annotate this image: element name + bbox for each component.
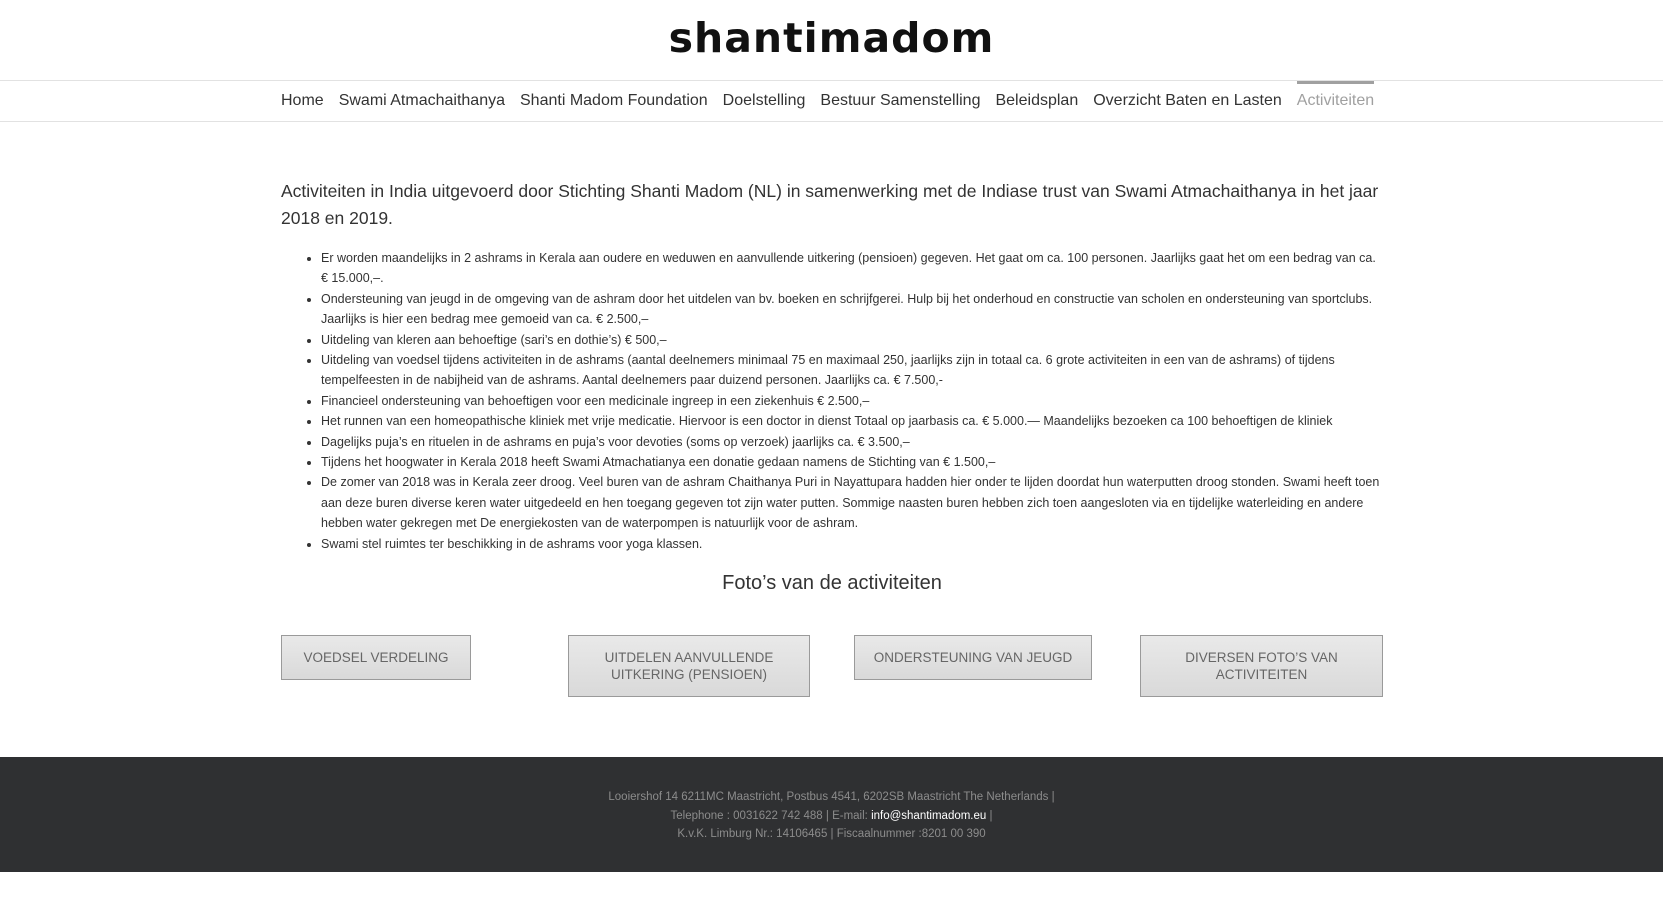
nav-item-shanti-madom-foundation[interactable]: Shanti Madom Foundation [520,81,708,121]
nav-item-overzicht-baten-en-lasten[interactable]: Overzicht Baten en Lasten [1093,81,1282,121]
list-item: Financieel ondersteuning van behoeftigen… [321,391,1383,411]
list-item: Dagelijks puja’s en rituelen in de ashra… [321,432,1383,452]
footer-contact: Looiershof 14 6211MC Maastricht, Postbus… [0,757,1663,844]
nav-item-swami-atmachaithanya[interactable]: Swami Atmachaithanya [339,81,505,121]
uitkering-pensioen-button[interactable]: UITDELEN AANVULLENDE UITKERING (PENSIOEN… [568,635,810,697]
nav-item-beleidsplan[interactable]: Beleidsplan [995,81,1078,121]
list-item: Het runnen van een homeopathische klinie… [321,411,1383,431]
list-item: Tijdens het hoogwater in Kerala 2018 hee… [321,452,1383,472]
list-item: Uitdeling van kleren aan behoeftige (sar… [321,330,1383,350]
diversen-fotos-button[interactable]: DIVERSEN FOTO’S VAN ACTIVITEITEN [1140,635,1383,697]
list-item: Uitdeling van voedsel tijdens activiteit… [321,350,1383,391]
main-navigation: Home Swami Atmachaithanya Shanti Madom F… [0,81,1663,122]
activities-list: Er worden maandelijks in 2 ashrams in Ke… [281,248,1383,554]
list-item: Er worden maandelijks in 2 ashrams in Ke… [321,248,1383,289]
nav-item-bestuur-samenstelling[interactable]: Bestuur Samenstelling [820,81,980,121]
list-item: Ondersteuning van jeugd in de omgeving v… [321,289,1383,330]
photo-buttons: VOEDSEL VERDELING UITDELEN AANVULLENDE U… [281,635,1383,699]
nav-item-doelstelling[interactable]: Doelstelling [723,81,806,121]
footer-email-link[interactable]: info@shantimadom.eu [871,810,986,822]
nav-item-home[interactable]: Home [281,81,324,121]
footer-address: Looiershof 14 6211MC Maastricht, Postbus… [608,791,1055,803]
voedsel-verdeling-button[interactable]: VOEDSEL VERDELING [281,635,471,680]
site-header: shantimadom [0,0,1663,81]
nav-menu: Home Swami Atmachaithanya Shanti Madom F… [281,81,1389,121]
footer-telephone: Telephone : 0031622 742 488 | E-mail: [670,809,872,822]
photos-heading: Foto’s van de activiteiten [722,572,942,595]
intro-text: Activiteiten in India uitgevoerd door St… [281,181,1379,228]
main-content: Activiteiten in India uitgevoerd door St… [281,170,1383,598]
nav-item-activiteiten[interactable]: Activiteiten [1296,81,1375,121]
site-logo[interactable]: shantimadom [669,14,995,62]
list-item: Swami stel ruimtes ter beschikking in de… [321,534,1383,554]
site-footer: Looiershof 14 6211MC Maastricht, Postbus… [0,757,1663,872]
list-item: De zomer van 2018 was in Kerala zeer dro… [321,472,1383,533]
footer-registration: K.v.K. Limburg Nr.: 14106465 | Fiscaalnu… [677,828,986,840]
ondersteuning-jeugd-button[interactable]: ONDERSTEUNING VAN JEUGD [854,635,1092,680]
footer-separator: | [986,809,993,822]
footer-contact-line: Telephone : 0031622 742 488 | E-mail: in… [0,807,1663,826]
